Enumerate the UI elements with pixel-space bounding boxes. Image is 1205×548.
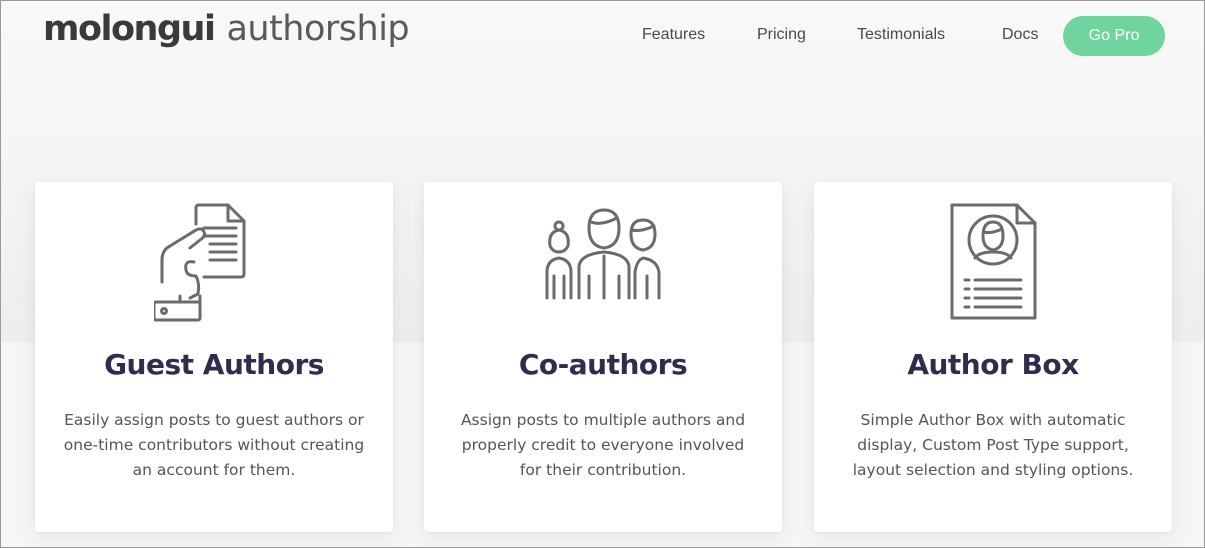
feature-description: Easily assign posts to guest authors or …: [59, 408, 369, 483]
feature-card-author-box: Author Box Simple Author Box with automa…: [814, 182, 1172, 532]
hand-holding-document-icon: [154, 203, 246, 322]
page-frame: molongui authorship Features Pricing Tes…: [0, 0, 1205, 548]
feature-title: Co-authors: [518, 348, 688, 381]
description-line: Assign posts to multiple authors and: [460, 411, 746, 429]
feature-title: Guest Authors: [104, 348, 324, 381]
nav-link-docs[interactable]: Docs: [1002, 26, 1038, 44]
description-line: one-time contributors without creating: [63, 436, 365, 454]
description-line: properly credit to everyone involved: [461, 436, 745, 454]
feature-card-co-authors: Co-authors Assign posts to multiple auth…: [424, 182, 782, 532]
group-of-people-icon: [545, 208, 661, 300]
description-line: for their contribution.: [519, 461, 687, 479]
description-line: an account for them.: [132, 461, 296, 479]
site-logo[interactable]: molongui authorship: [43, 9, 410, 57]
nav-link-pricing[interactable]: Pricing: [757, 26, 806, 44]
go-pro-button[interactable]: Go Pro: [1063, 16, 1165, 56]
description-line: Simple Author Box with automatic: [860, 411, 1126, 429]
feature-title: Author Box: [907, 348, 1079, 381]
nav-link-testimonials[interactable]: Testimonials: [857, 26, 945, 44]
description-line: layout selection and styling options.: [852, 461, 1134, 479]
feature-description: Assign posts to multiple authors and pro…: [448, 408, 758, 483]
feature-card-guest-authors: Guest Authors Easily assign posts to gue…: [35, 182, 393, 532]
feature-description: Simple Author Box with automatic display…: [838, 408, 1148, 483]
nav-link-features[interactable]: Features: [642, 26, 705, 44]
profile-document-icon: [950, 203, 1037, 320]
description-line: Easily assign posts to guest authors or: [64, 411, 364, 429]
description-line: display, Custom Post Type support,: [857, 436, 1129, 454]
logo-wordmark-light: authorship: [226, 9, 410, 49]
logo-wordmark-bold: molongui: [43, 9, 216, 49]
